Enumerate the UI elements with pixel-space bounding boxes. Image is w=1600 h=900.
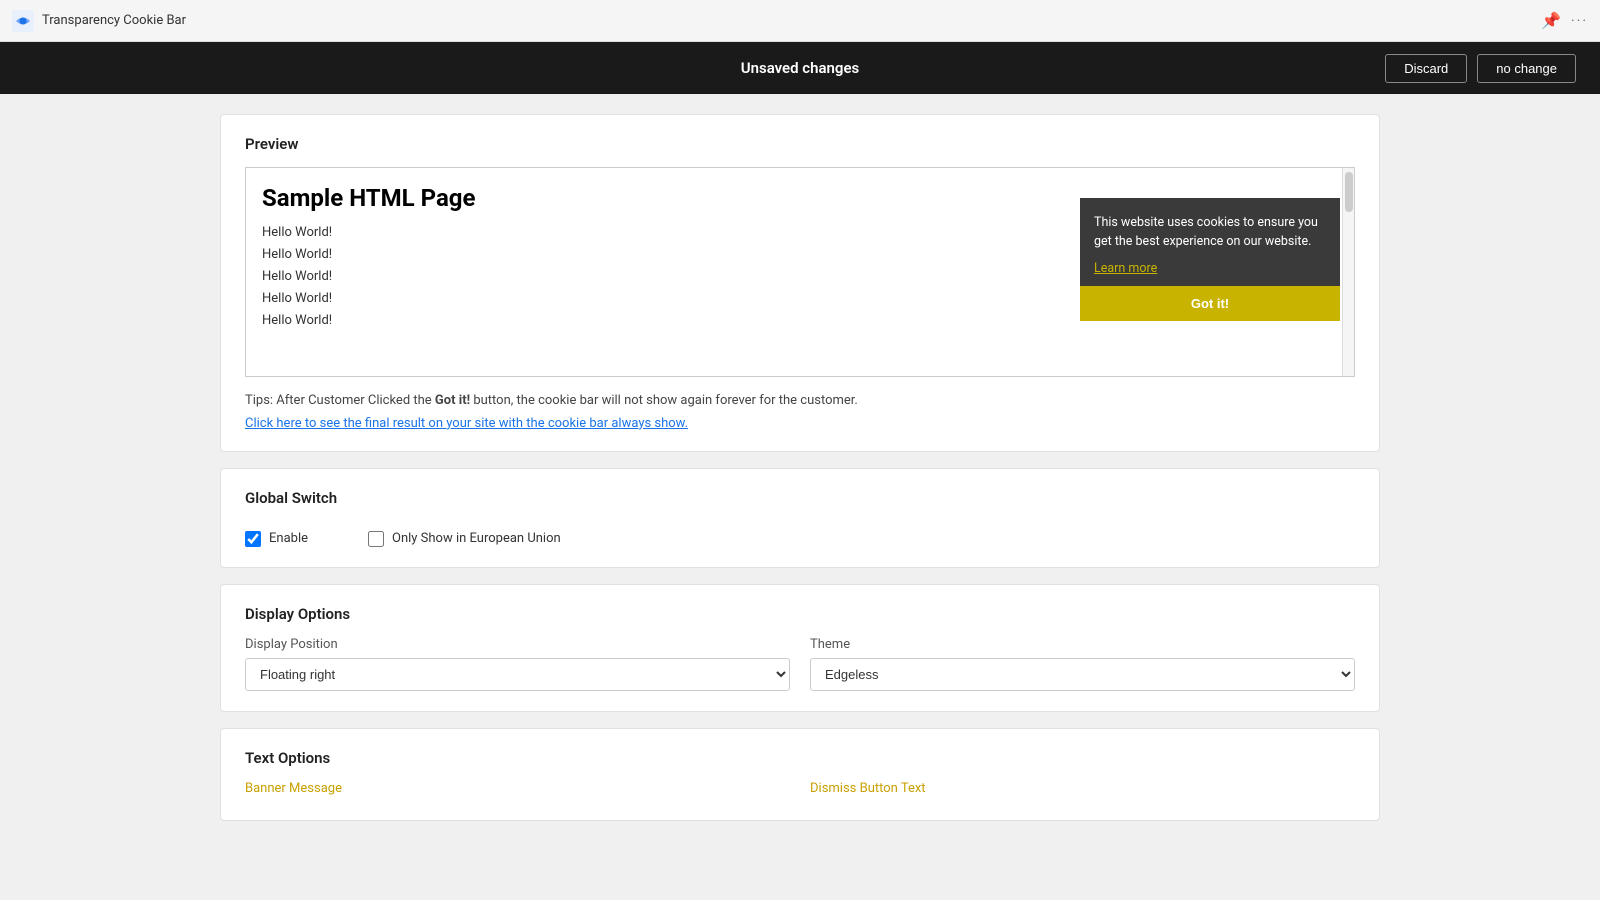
enable-label: Enable [269,531,308,546]
banner-message-col: Banner Message [245,781,790,800]
dismiss-button-col: Dismiss Button Text [810,781,1355,800]
unsaved-bar: Unsaved changes Discard no change [0,42,1600,94]
position-select[interactable]: Floating right Floating left Top bar Bot… [245,658,790,691]
tips-bold: Got it! [435,393,470,408]
display-options-row: Display Position Floating right Floating… [245,637,1355,691]
text-options-title: Text Options [245,749,1355,767]
preview-title: Preview [245,135,1355,153]
scrollbar-thumb [1345,172,1353,212]
app-title: Transparency Cookie Bar [42,13,186,28]
nochange-button[interactable]: no change [1477,54,1576,83]
display-options-card: Display Options Display Position Floatin… [220,584,1380,712]
enable-checkbox-row: Enable [245,531,308,547]
unsaved-bar-actions: Discard no change [1385,54,1576,83]
app-icon [12,10,34,32]
theme-col: Theme Edgeless Classic Modern [810,637,1355,691]
preview-frame: Sample HTML Page Hello World! Hello Worl… [245,167,1355,377]
unsaved-title: Unsaved changes [741,59,860,77]
eu-label: Only Show in European Union [392,531,561,546]
preview-scrollbar [1342,168,1354,376]
tips-text: Tips: After Customer Clicked the Got it!… [245,391,1355,412]
tips-link[interactable]: Click here to see the final result on yo… [245,416,1355,431]
pin-icon[interactable]: 📌 [1541,11,1561,30]
eu-checkbox[interactable] [368,531,384,547]
dismiss-button-label: Dismiss Button Text [810,781,1355,796]
global-switch-row: Enable Only Show in European Union [245,521,1355,547]
learn-more-link[interactable]: Learn more [1094,261,1157,276]
main-content: Preview Sample HTML Page Hello World! He… [0,94,1600,857]
position-col: Display Position Floating right Floating… [245,637,790,691]
eu-checkbox-row: Only Show in European Union [368,531,561,547]
cookie-banner-body: This website uses cookies to ensure you … [1080,198,1340,286]
global-switch-title: Global Switch [245,489,1355,507]
title-bar-right: 📌 ··· [1541,11,1588,30]
position-label: Display Position [245,637,790,652]
tips-after: button, the cookie bar will not show aga… [470,393,858,408]
title-bar: Transparency Cookie Bar 📌 ··· [0,0,1600,42]
got-it-button[interactable]: Got it! [1080,286,1340,321]
cookie-banner: This website uses cookies to ensure you … [1080,198,1340,321]
cookie-banner-text: This website uses cookies to ensure you … [1094,214,1326,252]
display-options-title: Display Options [245,605,1355,623]
text-options-row: Banner Message Dismiss Button Text [245,781,1355,800]
title-bar-left: Transparency Cookie Bar [12,10,186,32]
tips-before: Tips: After Customer Clicked the [245,393,435,408]
enable-checkbox[interactable] [245,531,261,547]
discard-button[interactable]: Discard [1385,54,1467,83]
more-icon[interactable]: ··· [1571,13,1588,29]
theme-label: Theme [810,637,1355,652]
text-options-card: Text Options Banner Message Dismiss Butt… [220,728,1380,821]
global-switch-card: Global Switch Enable Only Show in Europe… [220,468,1380,568]
preview-inner: Sample HTML Page Hello World! Hello Worl… [246,168,1354,376]
theme-select[interactable]: Edgeless Classic Modern [810,658,1355,691]
banner-message-label: Banner Message [245,781,790,796]
preview-card: Preview Sample HTML Page Hello World! He… [220,114,1380,452]
